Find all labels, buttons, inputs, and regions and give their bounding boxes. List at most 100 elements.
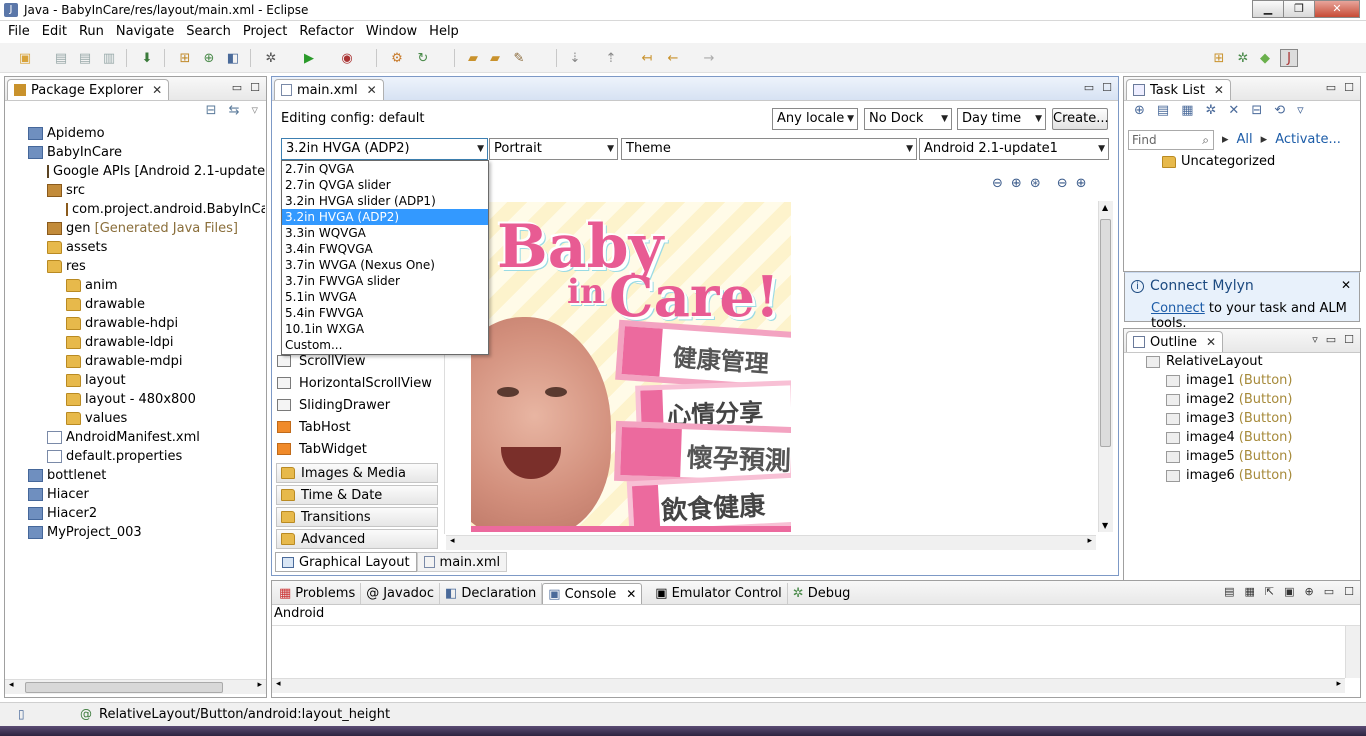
canvas-vscrollbar[interactable]: ▲ ▼ <box>1098 201 1113 532</box>
categorized-icon[interactable]: ▤ <box>1157 103 1169 118</box>
orientation-select[interactable]: Portrait ▼ <box>489 138 618 160</box>
tab-debug[interactable]: ✲ Debug <box>788 583 856 604</box>
maximize-view-icon[interactable]: ☐ <box>1344 81 1354 94</box>
close-icon[interactable]: ✕ <box>1206 335 1216 349</box>
maximize-view-icon[interactable]: ☐ <box>1102 81 1112 94</box>
close-icon[interactable]: ✕ <box>1341 278 1351 292</box>
tree-item-anim[interactable]: anim <box>66 276 117 295</box>
scroll-thumb[interactable] <box>1100 219 1111 447</box>
tree-item-default-properties[interactable]: default.properties <box>47 447 182 466</box>
open-perspective-icon[interactable]: ⊞ <box>1210 49 1228 67</box>
palette-category-time-date[interactable]: Time & Date <box>276 485 438 505</box>
locale-select[interactable]: Any locale ▼ <box>772 108 858 130</box>
scheduled-icon[interactable]: ▦ <box>1181 103 1193 118</box>
palette-horizontalscrollview[interactable]: HorizontalScrollView <box>277 373 432 393</box>
hide-completed-icon[interactable]: ✕ <box>1228 103 1239 118</box>
console-hscrollbar[interactable]: ◂ ▸ <box>272 678 1345 693</box>
external-tools-icon[interactable]: ◉ <box>338 49 356 67</box>
tree-item-res[interactable]: res <box>47 257 86 276</box>
scroll-thumb[interactable] <box>25 682 223 693</box>
last-edit-icon[interactable]: ↤ <box>638 49 656 67</box>
menu-help[interactable]: Help <box>423 24 465 39</box>
view-menu-icon[interactable]: ▿ <box>1312 333 1318 346</box>
minimize-view-icon[interactable]: ▭ <box>1324 585 1334 598</box>
zoom-real-size-icon[interactable]: ⊛ <box>1030 176 1041 191</box>
zoom-out-icon[interactable]: ⊖ <box>992 176 1003 191</box>
close-icon[interactable]: ✕ <box>367 83 377 97</box>
minimize-view-icon[interactable]: ▭ <box>1084 81 1094 94</box>
menu-button-pregnancy[interactable]: 懷孕預測 <box>620 427 791 481</box>
tree-item-drawable-ldpi[interactable]: drawable-ldpi <box>66 333 173 352</box>
open-type-icon[interactable]: ⚙ <box>388 49 406 67</box>
tab-problems[interactable]: ▦ Problems <box>274 583 362 604</box>
open-console-icon[interactable]: ⊕ <box>1305 585 1314 598</box>
clear-console-icon[interactable]: ▤ <box>1224 585 1234 598</box>
daytime-select[interactable]: Day time ▼ <box>957 108 1046 130</box>
prev-annotation-icon[interactable]: ⇡ <box>602 49 620 67</box>
zoom-fit-out-icon[interactable]: ⊖ <box>1057 176 1068 191</box>
tab-outline[interactable]: Outline ✕ <box>1126 331 1224 352</box>
device-option[interactable]: 3.7in FWVGA slider <box>282 273 488 289</box>
device-option[interactable]: 5.1in WVGA <box>282 289 488 305</box>
outline-item[interactable]: image6 (Button) <box>1166 466 1292 485</box>
link-editor-icon[interactable]: ⇆ <box>229 103 240 118</box>
new-java-project-icon[interactable]: ⊞ <box>176 49 194 67</box>
download-icon[interactable]: ⬇ <box>138 49 156 67</box>
dock-select[interactable]: No Dock ▼ <box>864 108 952 130</box>
all-link[interactable]: All <box>1237 132 1253 147</box>
pen-icon[interactable]: ✎ <box>510 49 528 67</box>
device-option[interactable]: 3.4in FWQVGA <box>282 241 488 257</box>
tab-emulator-control[interactable]: ▣ Emulator Control <box>650 583 788 604</box>
menu-project[interactable]: Project <box>237 24 293 39</box>
device-option[interactable]: Custom... <box>282 337 488 353</box>
collapse-all-icon[interactable]: ⊟ <box>1251 103 1262 118</box>
view-menu-icon[interactable]: ▿ <box>1297 103 1304 118</box>
new-icon[interactable]: ▣ <box>16 49 34 67</box>
tree-item-bottlenet[interactable]: bottlenet <box>28 466 106 485</box>
theme-select[interactable]: Theme ▼ <box>621 138 917 160</box>
device-option[interactable]: 5.4in FWVGA <box>282 305 488 321</box>
target-select[interactable]: Android 2.1-update1 ▼ <box>919 138 1109 160</box>
close-icon[interactable]: ✕ <box>626 587 636 601</box>
print-icon[interactable]: ▥ <box>100 49 118 67</box>
outline-root[interactable]: RelativeLayout <box>1146 352 1263 371</box>
device-dropdown-list[interactable]: 2.7in QVGA 2.7in QVGA slider 3.2in HVGA … <box>281 160 489 355</box>
zoom-in-icon[interactable]: ⊕ <box>1011 176 1022 191</box>
next-annotation-icon[interactable]: ⇣ <box>566 49 584 67</box>
tab-package-explorer[interactable]: Package Explorer ✕ <box>7 79 170 100</box>
menu-navigate[interactable]: Navigate <box>110 24 180 39</box>
menu-button-diet[interactable]: 飲食健康 <box>631 477 791 531</box>
maximize-view-icon[interactable]: ☐ <box>250 81 260 94</box>
tree-item-babyincare[interactable]: BabyInCare <box>28 143 122 162</box>
menu-button-mood[interactable]: 心情分享 <box>640 385 791 433</box>
device-option-selected[interactable]: 3.2in HVGA (ADP2) <box>282 209 488 225</box>
tree-item-hiacer[interactable]: Hiacer <box>28 485 89 504</box>
minimize-view-icon[interactable]: ▭ <box>1326 81 1336 94</box>
menu-file[interactable]: File <box>2 24 36 39</box>
palette-slidingdrawer[interactable]: SlidingDrawer <box>277 395 390 415</box>
tree-item-hiacer2[interactable]: Hiacer2 <box>28 504 97 523</box>
menu-search[interactable]: Search <box>180 24 237 39</box>
tab-xml-source[interactable]: main.xml <box>416 552 508 572</box>
device-option[interactable]: 3.3in WQVGA <box>282 225 488 241</box>
app-preview[interactable]: Baby in Care! 健康管理 心情分享 懷孕預測 飲食健康 <box>471 202 791 532</box>
scroll-lock-icon[interactable]: ▦ <box>1244 585 1254 598</box>
palette-category-transitions[interactable]: Transitions <box>276 507 438 527</box>
tree-item-values[interactable]: values <box>66 409 127 428</box>
outline-item[interactable]: image2 (Button) <box>1166 390 1292 409</box>
maximize-view-icon[interactable]: ☐ <box>1344 333 1354 346</box>
android-icon[interactable]: ◆ <box>1256 49 1274 67</box>
zoom-fit-in-icon[interactable]: ⊕ <box>1076 176 1087 191</box>
tree-item-drawable-hdpi[interactable]: drawable-hdpi <box>66 314 178 333</box>
close-icon[interactable]: ✕ <box>1214 83 1224 97</box>
palette-tabhost[interactable]: TabHost <box>277 417 351 437</box>
tree-item-layout[interactable]: layout <box>66 371 126 390</box>
filter-icon[interactable]: ✲ <box>1206 103 1217 118</box>
sync-icon[interactable]: ⟲ <box>1274 103 1285 118</box>
device-option[interactable]: 2.7in QVGA <box>282 161 488 177</box>
device-option[interactable]: 2.7in QVGA slider <box>282 177 488 193</box>
uncategorized-category[interactable]: Uncategorized <box>1162 154 1275 169</box>
back-icon[interactable]: ← <box>664 49 682 67</box>
tree-item-myproject003[interactable]: MyProject_003 <box>28 523 142 542</box>
tab-task-list[interactable]: Task List ✕ <box>1126 79 1231 100</box>
